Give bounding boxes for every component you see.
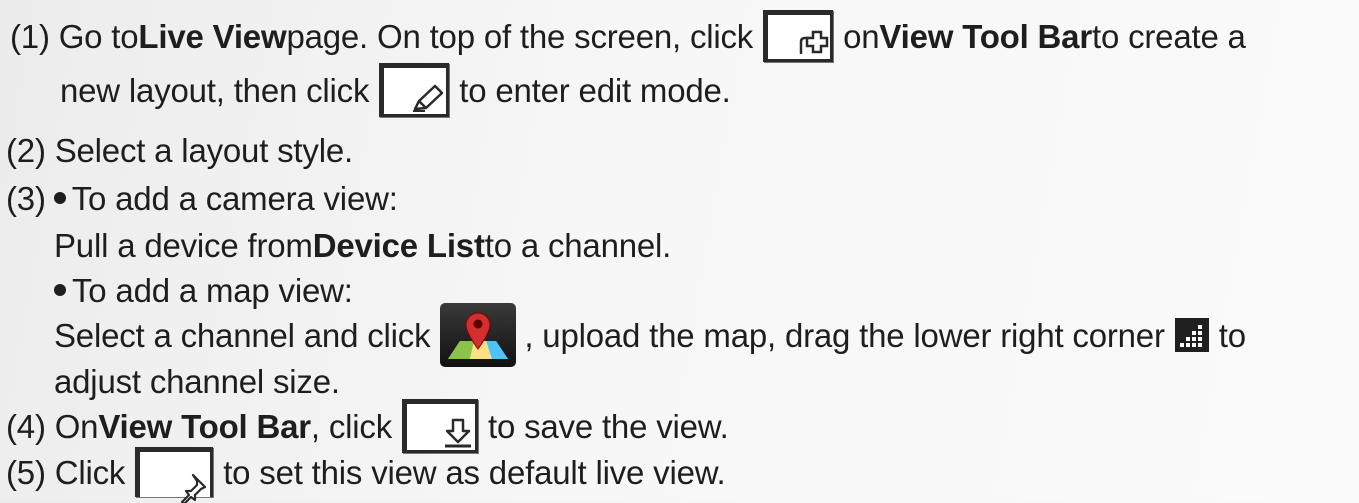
step-4-text-end: to save the view.: [488, 407, 729, 445]
step-3-line-5: adjust channel size.: [54, 357, 340, 405]
step-1-text-new-layout: new layout, then click: [60, 71, 370, 109]
step-2-line: (2) Select a layout style.: [6, 126, 353, 174]
step-1-view-tool-bar: View Tool Bar: [879, 17, 1092, 55]
step-1-text-edit-mode: to enter edit mode.: [459, 71, 731, 109]
step-3-map-heading: To add a map view:: [72, 271, 353, 309]
map-pin-icon: [440, 303, 517, 367]
set-default-pin-icon: [135, 447, 214, 503]
resize-corner-icon: [1174, 318, 1209, 352]
step-3-line-3: To add a map view:: [54, 266, 353, 314]
step-5-text-start: (5) Click: [6, 453, 126, 491]
step-5-line: (5) Click to set this view as default li…: [6, 447, 726, 503]
step-3-line-4: Select a channel and click , upload the …: [54, 303, 1246, 367]
step-3-select-text: Select a channel and click: [54, 316, 431, 354]
step-1-text-middle: page. On top of the screen, click: [286, 17, 754, 55]
step-1-text-end: to create a: [1091, 17, 1246, 55]
step-3-device-list: Device List: [312, 226, 485, 264]
step-5-text-end: to set this view as default live view.: [223, 453, 726, 491]
step-3-line-2: Pull a device from Device List to a chan…: [54, 221, 671, 269]
step-1-line-2: new layout, then click to enter edit mod…: [60, 63, 731, 117]
step-3-to-text: to: [1218, 316, 1246, 354]
save-download-icon: [402, 399, 478, 453]
step-1-live-view: Live View: [138, 17, 287, 55]
step-3-pull-text: Pull a device from: [54, 226, 313, 264]
step-4-view-tool-bar: View Tool Bar: [98, 407, 311, 445]
step-3-upload-text: , upload the map, drag the lower right c…: [524, 316, 1165, 354]
step-4-text-click: , click: [310, 407, 392, 445]
step-2-text: (2) Select a layout style.: [6, 131, 353, 169]
step-1-line-1: (1) Go to Live View page. On top of the …: [10, 10, 1246, 62]
bullet-dot: [53, 192, 66, 204]
step-3-line-1: (3) To add a camera view:: [6, 174, 398, 222]
edit-pencil-icon: [379, 63, 450, 117]
step-3-adjust-text: adjust channel size.: [54, 362, 340, 400]
bullet-dot: [54, 284, 66, 296]
new-layout-plus-icon: [763, 10, 834, 62]
step-1-text-on: on: [843, 17, 880, 55]
step-3-camera-heading: To add a camera view:: [71, 179, 398, 217]
step-4-text-start: (4) On: [6, 407, 99, 445]
step-3-channel-text: to a channel.: [484, 226, 672, 264]
step-4-line: (4) On View Tool Bar , click to save the…: [6, 399, 729, 453]
step-3-number: (3): [6, 179, 46, 217]
step-1-text-start: (1) Go to: [10, 17, 139, 55]
